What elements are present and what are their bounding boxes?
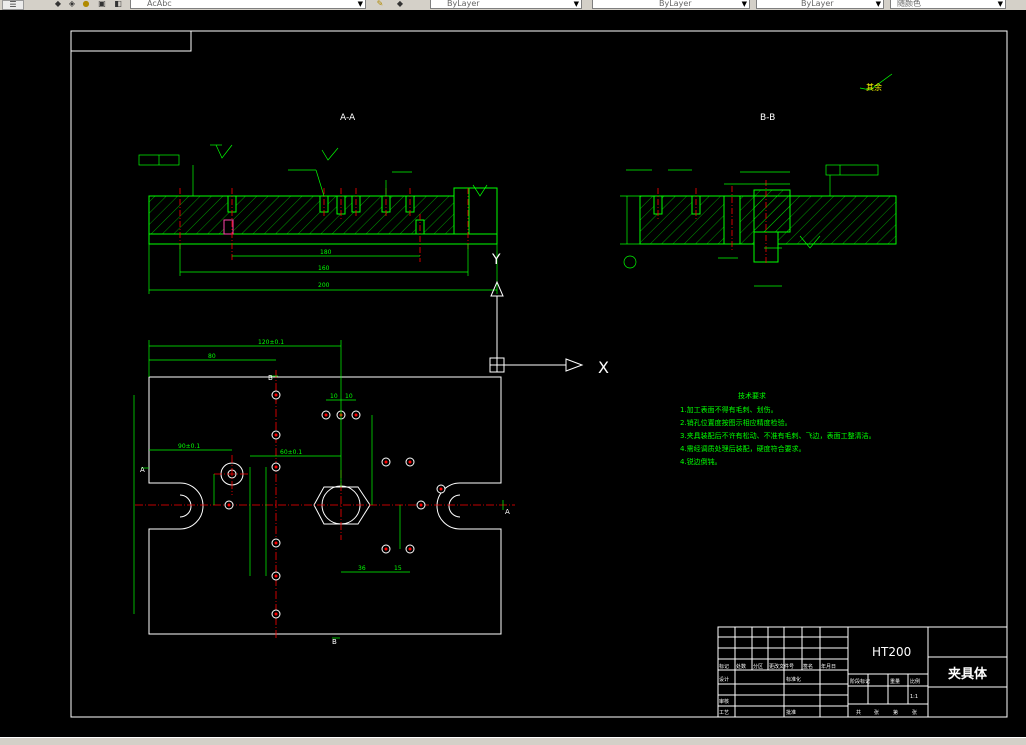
- section-aa-slot: [453, 187, 470, 235]
- tb-label-mark: 标记: [719, 663, 729, 670]
- section-aa-step: [468, 187, 498, 235]
- tb-label-weight: 重量: [890, 678, 900, 685]
- text-style-combo[interactable]: AcAbc ▼: [130, 0, 366, 9]
- view-marker-b-top: B: [268, 374, 273, 382]
- drawing-canvas[interactable]: A-A 180 160 200 其余 B-B X Y 120±0.1 80 10…: [0, 10, 1026, 737]
- lineweight-combo[interactable]: ByLayer ▼: [592, 0, 750, 9]
- tb-label-design: 设计: [719, 676, 729, 683]
- dim-15: 15: [394, 565, 402, 572]
- color-combo[interactable]: 随颜色 ▼: [890, 0, 1006, 9]
- chevron-down-icon[interactable]: ▼: [574, 0, 579, 8]
- tb-label-no: 第: [893, 709, 898, 716]
- lightbulb-icon[interactable]: ●: [80, 0, 92, 8]
- ucs-y-label: Y: [491, 252, 501, 268]
- material-label: HT200: [872, 645, 911, 659]
- layer-state-icon[interactable]: ◈: [66, 0, 78, 8]
- layer-prev-icon[interactable]: ◧: [112, 0, 124, 8]
- lineweight-value: ByLayer: [659, 0, 692, 8]
- properties-icon[interactable]: ◆: [394, 0, 406, 8]
- chevron-down-icon[interactable]: ▼: [358, 0, 363, 8]
- tb-label-process: 工艺: [719, 710, 729, 716]
- plan-view-holes: [224, 390, 446, 619]
- layer-icon[interactable]: ☰: [2, 0, 24, 10]
- tech-req-2: 2.销孔位置度按图示相应精度检验。: [680, 418, 792, 427]
- chevron-down-icon[interactable]: ▼: [998, 0, 1003, 8]
- dim-90: 90±0.1: [178, 443, 200, 450]
- tb-label-approve: 批准: [786, 709, 796, 716]
- section-aa-base: [148, 233, 498, 245]
- dim-60: 60±0.1: [280, 449, 302, 456]
- chevron-down-icon[interactable]: ▼: [742, 0, 747, 8]
- tech-req-1: 1.加工表面不得有毛刺、划伤。: [680, 405, 778, 414]
- match-properties-icon[interactable]: ✎: [374, 0, 386, 8]
- dim-120: 120±0.1: [258, 339, 284, 346]
- dim-180: 180: [320, 249, 332, 256]
- text-style-value: AcAbc: [147, 0, 172, 8]
- dim-160: 160: [318, 265, 330, 272]
- tb-label-count: 处数: [736, 663, 746, 670]
- tech-req-4: 4.需经调质处理后装配，硬度符合要求。: [680, 444, 806, 453]
- roughness-note: 其余: [866, 82, 882, 92]
- tb-label-sign: 签名: [803, 663, 813, 670]
- dim-200: 200: [318, 282, 330, 289]
- section-bb-boss: [753, 189, 791, 233]
- plan-view-dims: [133, 340, 504, 639]
- code-box: [70, 30, 192, 52]
- tb-label-total: 共: [856, 709, 861, 716]
- layers-stack-icon[interactable]: ◆: [52, 0, 64, 8]
- view-marker-a-right: A: [505, 508, 510, 516]
- view-marker-b-bottom: B: [332, 638, 337, 646]
- ucs-x-label: X: [598, 358, 609, 377]
- dim-10b: 10: [345, 393, 353, 400]
- section-bb-label: B-B: [760, 113, 775, 123]
- dim-36: 36: [358, 565, 366, 572]
- tech-requirements: 技术要求 1.加工表面不得有毛刺、划伤。 2.销孔位置度按图示相应精度检验。 3…: [680, 391, 876, 466]
- tech-req-title: 技术要求: [738, 391, 766, 400]
- tb-label-date: 年月日: [821, 663, 836, 670]
- plan-view-centerlines: [135, 370, 515, 640]
- plotstyle-value: ByLayer: [801, 0, 834, 8]
- dim-80: 80: [208, 353, 216, 360]
- chevron-down-icon[interactable]: ▼: [876, 0, 881, 8]
- plan-view-hole-marks: [227, 393, 443, 616]
- tb-label-docno: 更改文件号: [769, 663, 794, 670]
- tb-label-sheet1: 张: [874, 709, 879, 716]
- part-name: 夹具体: [948, 666, 988, 682]
- tb-label-review: 审核: [719, 698, 729, 705]
- linetype-value: ByLayer: [447, 0, 480, 8]
- plotstyle-combo[interactable]: ByLayer ▼: [756, 0, 884, 9]
- tb-label-sheet2: 张: [912, 709, 917, 716]
- tech-req-3: 3.夹具装配后不许有松动、不准有毛刺、飞边，表面工整清洁。: [680, 431, 876, 440]
- tb-scale-value: 1:1: [910, 694, 918, 700]
- view-marker-a-left: A: [140, 466, 145, 474]
- drawing-border: [70, 30, 1008, 718]
- tb-label-stage: 阶段标记: [850, 678, 870, 685]
- section-aa-dim-text: 180 160 200: [318, 249, 332, 289]
- linetype-combo[interactable]: ByLayer ▼: [430, 0, 582, 9]
- tech-req-5: 4.锐边倒钝。: [680, 457, 722, 466]
- drawing-svg[interactable]: A-A 180 160 200 其余 B-B X Y 120±0.1 80 10…: [0, 10, 1026, 737]
- color-value: 随颜色: [897, 0, 921, 8]
- section-aa-label: A-A: [340, 113, 356, 123]
- dim-10a: 10: [330, 393, 338, 400]
- plan-view-dim-text: 120±0.1 80 10 10 90±0.1 60±0.1 36 15: [178, 339, 402, 572]
- tb-label-standard: 标准化: [786, 676, 801, 683]
- status-bar: [0, 737, 1026, 745]
- ucs-icon: [489, 280, 584, 373]
- tb-label-scale: 比例: [910, 678, 920, 685]
- copy-icon[interactable]: ▣: [96, 0, 108, 8]
- tb-label-zone: 分区: [753, 663, 763, 670]
